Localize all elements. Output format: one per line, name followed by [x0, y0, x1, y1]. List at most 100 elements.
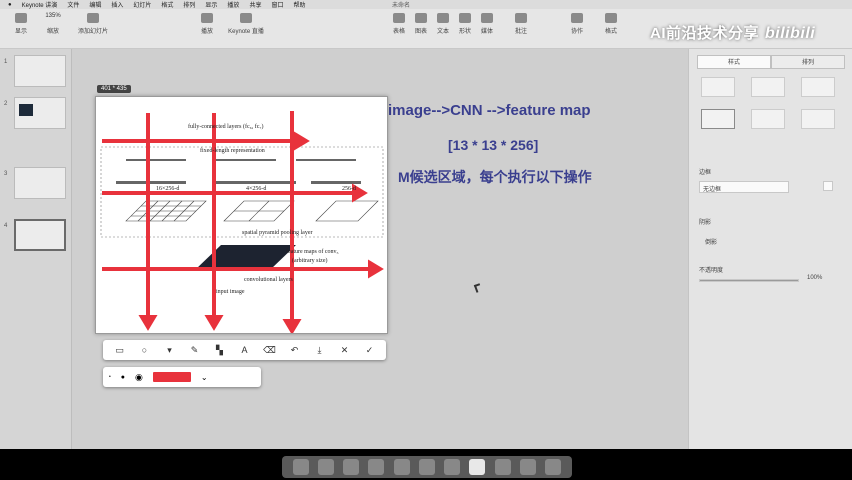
menu-item-play[interactable]: 播放: [227, 0, 239, 9]
border-select[interactable]: 无边框: [699, 181, 789, 193]
dock: [282, 456, 572, 478]
add-slide-icon: [87, 13, 99, 23]
inspector-tabs: 样式 排列: [697, 55, 845, 69]
add-slide-button[interactable]: 添加幻灯片: [76, 13, 110, 35]
label-arbitrary-size: (arbitrary size): [292, 258, 328, 264]
slide-body-text[interactable]: M候选区域，每个执行以下操作: [398, 167, 592, 187]
pen-icon[interactable]: ✎: [187, 343, 203, 357]
mosaic-icon[interactable]: ▚: [212, 343, 228, 357]
menu-item-window[interactable]: 窗口: [271, 0, 283, 9]
menu-item-edit[interactable]: 编辑: [89, 0, 101, 9]
media-button[interactable]: 媒体: [470, 13, 504, 35]
tab-arrange[interactable]: 排列: [771, 55, 845, 69]
menu-item-view[interactable]: 显示: [205, 0, 217, 9]
text-icon[interactable]: A: [237, 343, 253, 357]
finder-icon[interactable]: [292, 459, 309, 475]
format-inspector: 样式 排列 边框 无边框 阴影 倒影 不透明度 100%: [688, 49, 852, 449]
label-spp-layer: spatial pyramid pooling layer: [242, 230, 313, 236]
slide-thumbnail-selected[interactable]: [14, 219, 66, 251]
chevron-down-icon[interactable]: ⌄: [201, 373, 208, 382]
label-4x256: 4×256-d: [246, 186, 267, 192]
close-icon[interactable]: ✕: [337, 343, 353, 357]
undo-icon[interactable]: ↶: [287, 343, 303, 357]
view-button[interactable]: 显示: [4, 13, 38, 35]
capture-size-badge: 401 * 435: [97, 85, 131, 93]
menu-item-slide[interactable]: 幻灯片: [133, 0, 151, 9]
live-icon: [240, 13, 252, 23]
menu-bar: ● Keynote 讲演 文件 编辑 插入 幻灯片 格式 排列 显示 播放 共享…: [0, 0, 852, 9]
keynote-live-button[interactable]: Keynote 直播: [226, 13, 266, 35]
format-button[interactable]: 格式: [594, 13, 628, 35]
rectangle-icon[interactable]: ▭: [112, 343, 128, 357]
channel-watermark: AI前沿技术分享 bilibili: [650, 22, 815, 43]
image-style-preset[interactable]: [751, 77, 785, 97]
arrow-dropdown-icon[interactable]: ▾: [162, 343, 178, 357]
launchpad-icon[interactable]: [317, 459, 334, 475]
menu-item-share[interactable]: 共享: [249, 0, 261, 9]
play-button[interactable]: 播放: [190, 13, 224, 35]
menu-item-help[interactable]: 帮助: [293, 0, 305, 9]
photos-icon[interactable]: [418, 459, 435, 475]
watermark-text: AI前沿技术分享: [650, 25, 760, 42]
menu-item-app[interactable]: Keynote 讲演: [22, 0, 58, 9]
annotation-toolbar: ▭ ○ ▾ ✎ ▚ A ⌫ ↶ ⤓ ✕ ✓: [103, 340, 386, 360]
comment-button[interactable]: 批注: [504, 13, 538, 35]
opacity-value[interactable]: 100%: [807, 275, 822, 281]
slide-thumbnail[interactable]: [14, 55, 66, 87]
slide-thumbnail[interactable]: [14, 167, 66, 199]
slide-number: 1: [4, 59, 8, 65]
keynote-icon[interactable]: [469, 459, 486, 475]
safari-icon[interactable]: [343, 459, 360, 475]
mouse-cursor-icon: [473, 283, 483, 293]
shadow-label[interactable]: 阴影: [699, 217, 711, 226]
image-style-preset[interactable]: [701, 109, 735, 129]
screenshot-selection[interactable]: fully-connected layers (fc₆, fc₇) fixed-…: [95, 96, 388, 334]
menu-item-file[interactable]: 文件: [67, 0, 79, 9]
notes-icon[interactable]: [444, 459, 461, 475]
size-small-icon[interactable]: •: [109, 374, 111, 380]
zoom-button[interactable]: 135% 缩放: [36, 13, 70, 35]
slide-heading[interactable]: image-->CNN -->feature map: [388, 102, 591, 119]
confirm-icon[interactable]: ✓: [362, 343, 378, 357]
label-fixed-length: fixed-length representation: [200, 148, 265, 154]
color-swatch[interactable]: [152, 372, 191, 382]
collaborate-icon: [571, 13, 583, 23]
trash-icon[interactable]: [545, 459, 562, 475]
slide-thumbnail[interactable]: [14, 97, 66, 129]
menu-item-insert[interactable]: 插入: [111, 0, 123, 9]
collaborate-button[interactable]: 协作: [560, 13, 594, 35]
media-icon: [481, 13, 493, 23]
image-style-preset[interactable]: [751, 109, 785, 129]
download-icon[interactable]: ⤓: [312, 343, 328, 357]
opacity-slider[interactable]: [699, 279, 799, 282]
size-medium-icon[interactable]: ●: [121, 374, 125, 381]
opacity-label: 不透明度: [699, 268, 724, 274]
tab-style[interactable]: 样式: [697, 55, 771, 69]
slide-shape-text[interactable]: [13 * 13 * 256]: [448, 137, 538, 153]
menu-item-arrange[interactable]: 排列: [183, 0, 195, 9]
thumbnail-image: [19, 104, 33, 116]
downloads-icon[interactable]: [520, 459, 537, 475]
image-style-preset[interactable]: [801, 109, 835, 129]
settings-icon[interactable]: [494, 459, 511, 475]
border-label[interactable]: 边框: [699, 167, 711, 176]
menu-item-format[interactable]: 格式: [161, 0, 173, 9]
eraser-icon[interactable]: ⌫: [262, 343, 278, 357]
apple-menu-icon[interactable]: ●: [8, 2, 12, 8]
size-large-icon[interactable]: ◉: [135, 372, 143, 383]
image-style-preset[interactable]: [801, 77, 835, 97]
view-icon: [15, 13, 27, 23]
border-settings-icon[interactable]: [823, 181, 833, 191]
comment-icon: [515, 13, 527, 23]
play-icon: [201, 13, 213, 23]
label-feature-maps: feature maps of conv₅: [286, 249, 339, 255]
image-style-preset[interactable]: [701, 77, 735, 97]
ellipse-icon[interactable]: ○: [137, 343, 153, 357]
label-256: 256-d: [342, 186, 356, 192]
reflection-label[interactable]: 倒影: [705, 237, 717, 246]
label-16x256: 16×256-d: [156, 186, 180, 192]
mail-icon[interactable]: [393, 459, 410, 475]
label-conv-layers: convolutional layers: [244, 277, 293, 283]
messages-icon[interactable]: [368, 459, 385, 475]
label-input-image: input image: [216, 289, 245, 295]
